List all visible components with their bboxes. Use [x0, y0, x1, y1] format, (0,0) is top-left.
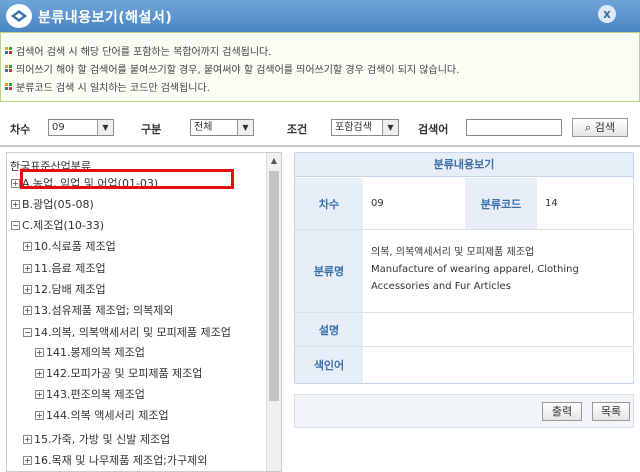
notice-item: 띄어쓰기 해야 할 검색어를 붙여쓰기할 경우, 붙여써야 할 검색어를 띄어쓰…	[5, 59, 639, 77]
tree-node[interactable]: +10.식료품 제조업	[23, 237, 116, 255]
tree-node-label: 13.섬유제품 제조업; 의복제외	[34, 304, 174, 317]
list-button[interactable]: 목록	[592, 402, 630, 421]
tree-node[interactable]: +13.섬유제품 제조업; 의복제외	[23, 301, 174, 319]
collapse-icon[interactable]: −	[23, 327, 32, 337]
app-logo-icon	[6, 4, 32, 28]
bullet-icon	[5, 82, 12, 90]
tree-node[interactable]: + B.광업(05-08)	[11, 195, 94, 213]
title-bar: 분류내용보기(해설서) x	[0, 0, 640, 32]
action-bar: 출력 목록	[294, 394, 634, 428]
expand-icon[interactable]: +	[23, 241, 32, 251]
scroll-up-icon[interactable]: ▲	[267, 153, 281, 169]
tree-node-label: 10.식료품 제조업	[34, 240, 116, 253]
tree-node[interactable]: +142.모피가공 및 모피제품 제조업	[35, 364, 202, 382]
condition-select-value: 포함검색	[335, 122, 372, 133]
name-en-line2: Accessories and Fur Articles	[371, 281, 511, 292]
notice-text: 검색어 검색 시 해당 단어를 포함하는 복합어까지 검색됩니다.	[16, 46, 272, 58]
tree-scrollbar[interactable]: ▲	[266, 153, 281, 471]
expand-icon[interactable]: +	[11, 178, 20, 188]
tree-node[interactable]: +11.음료 제조업	[23, 259, 106, 277]
code-key: 분류코드	[465, 178, 537, 229]
expand-icon[interactable]: +	[23, 305, 32, 315]
search-icon: ⌕	[585, 121, 592, 134]
detail-row-index: 색인어	[295, 347, 633, 383]
detail-row-chasu: 차수 09 분류코드 14	[295, 178, 633, 230]
condition-select[interactable]: 포함검색 ▼	[331, 119, 399, 136]
search-bar: 차수 09 ▼ 구분 전체 ▼ 조건 포함검색 ▼ 검색어 ⌕ 검색	[0, 113, 640, 143]
notice-text: 분류코드 검색 시 일치하는 코드만 검색됩니다.	[16, 82, 210, 94]
search-button-label: 검색	[594, 121, 615, 134]
keyword-input[interactable]	[466, 119, 562, 136]
tree-node[interactable]: +141.봉제의복 제조업	[35, 343, 145, 361]
expand-icon[interactable]: +	[35, 389, 44, 399]
tree-node-label: 141.봉제의복 제조업	[46, 346, 145, 359]
detail-panel: 분류내용보기 차수 09 분류코드 14 분류명 의복, 의복액세서리 및 모피…	[294, 152, 634, 384]
expand-icon[interactable]: +	[23, 284, 32, 294]
tree-node-label: B.광업(05-08)	[22, 198, 94, 211]
bullet-icon	[5, 64, 12, 72]
notice-item: 분류코드 검색 시 일치하는 코드만 검색됩니다.	[5, 77, 639, 95]
chasu-key: 차수	[295, 178, 363, 229]
tree-node-label: 11.음료 제조업	[34, 262, 106, 275]
search-button[interactable]: ⌕ 검색	[572, 118, 628, 137]
gubun-label: 구분	[141, 123, 162, 136]
bullet-icon	[5, 46, 12, 54]
keyword-label: 검색어	[418, 123, 449, 136]
tree-node-label: 142.모피가공 및 모피제품 제조업	[46, 367, 203, 380]
tree-node[interactable]: +12.담배 제조업	[23, 280, 106, 298]
condition-label: 조건	[287, 123, 308, 136]
window-title: 분류내용보기(해설서)	[38, 10, 173, 26]
gubun-select[interactable]: 전체 ▼	[190, 119, 254, 136]
tree-node-label: 15.가죽, 가방 및 신발 제조업	[34, 433, 171, 446]
index-key: 색인어	[295, 347, 363, 383]
notice-item: 검색어 검색 시 해당 단어를 포함하는 복합어까지 검색됩니다.	[5, 41, 639, 59]
chevron-down-icon: ▼	[97, 120, 113, 135]
desc-key: 설명	[295, 313, 363, 346]
expand-icon[interactable]: +	[35, 410, 44, 420]
detail-header: 분류내용보기	[295, 153, 633, 177]
expand-icon[interactable]: +	[35, 368, 44, 378]
tree-node-selected[interactable]: −14.의복, 의복액세서리 및 모피제품 제조업	[23, 323, 231, 341]
classification-tree: 한국표준산업분류 + A.농업, 임업 및 어업(01-03) + B.광업(05-…	[6, 152, 282, 472]
tree-node-label: 12.담배 제조업	[34, 283, 106, 296]
chevron-down-icon: ▼	[237, 120, 253, 135]
expand-icon[interactable]: +	[23, 455, 32, 465]
code-value: 14	[545, 198, 558, 209]
chasu-select-value: 09	[52, 122, 65, 133]
tree-node[interactable]: +144.의복 액세서리 제조업	[35, 406, 169, 424]
expand-icon[interactable]: +	[23, 434, 32, 444]
chevron-down-icon: ▼	[382, 120, 398, 135]
detail-row-desc: 설명	[295, 313, 633, 347]
divider	[0, 145, 640, 147]
tree-node-label: 143.편조의복 제조업	[46, 388, 145, 401]
tree-node[interactable]: +16.목재 및 나무제품 제조업;가구제외	[23, 451, 207, 469]
gubun-select-value: 전체	[194, 122, 213, 133]
tree-node[interactable]: +143.편조의복 제조업	[35, 385, 145, 403]
detail-row-name: 분류명 의복, 의복액세서리 및 모피제품 제조업 Manufacture of…	[295, 230, 633, 313]
chasu-value: 09	[371, 198, 384, 209]
notice-box: 검색어 검색 시 해당 단어를 포함하는 복합어까지 검색됩니다. 띄어쓰기 해…	[0, 32, 640, 102]
tree-node-label: C.제조업(10-33)	[22, 219, 105, 232]
selection-highlight	[20, 169, 234, 189]
tree-node-label: 14.의복, 의복액세서리 및 모피제품 제조업	[34, 326, 231, 339]
chasu-select[interactable]: 09 ▼	[48, 119, 114, 136]
print-button[interactable]: 출력	[542, 402, 582, 421]
name-ko: 의복, 의복액세서리 및 모피제품 제조업	[371, 247, 535, 258]
scroll-thumb[interactable]	[269, 171, 279, 401]
collapse-icon[interactable]: −	[11, 220, 20, 230]
name-key: 분류명	[295, 230, 363, 312]
tree-node[interactable]: − C.제조업(10-33)	[11, 216, 104, 234]
close-icon[interactable]: x	[598, 5, 616, 23]
expand-icon[interactable]: +	[11, 199, 20, 209]
tree-node-label: 144.의복 액세서리 제조업	[46, 409, 169, 422]
tree-node[interactable]: +15.가죽, 가방 및 신발 제조업	[23, 430, 170, 448]
tree-node-label: 16.목재 및 나무제품 제조업;가구제외	[34, 454, 208, 467]
name-en-line1: Manufacture of wearing apparel, Clothing	[371, 264, 579, 275]
expand-icon[interactable]: +	[23, 263, 32, 273]
expand-icon[interactable]: +	[35, 347, 44, 357]
notice-text: 띄어쓰기 해야 할 검색어를 붙여쓰기할 경우, 붙여써야 할 검색어를 띄어쓰…	[16, 64, 460, 76]
chasu-label: 차수	[10, 123, 31, 136]
